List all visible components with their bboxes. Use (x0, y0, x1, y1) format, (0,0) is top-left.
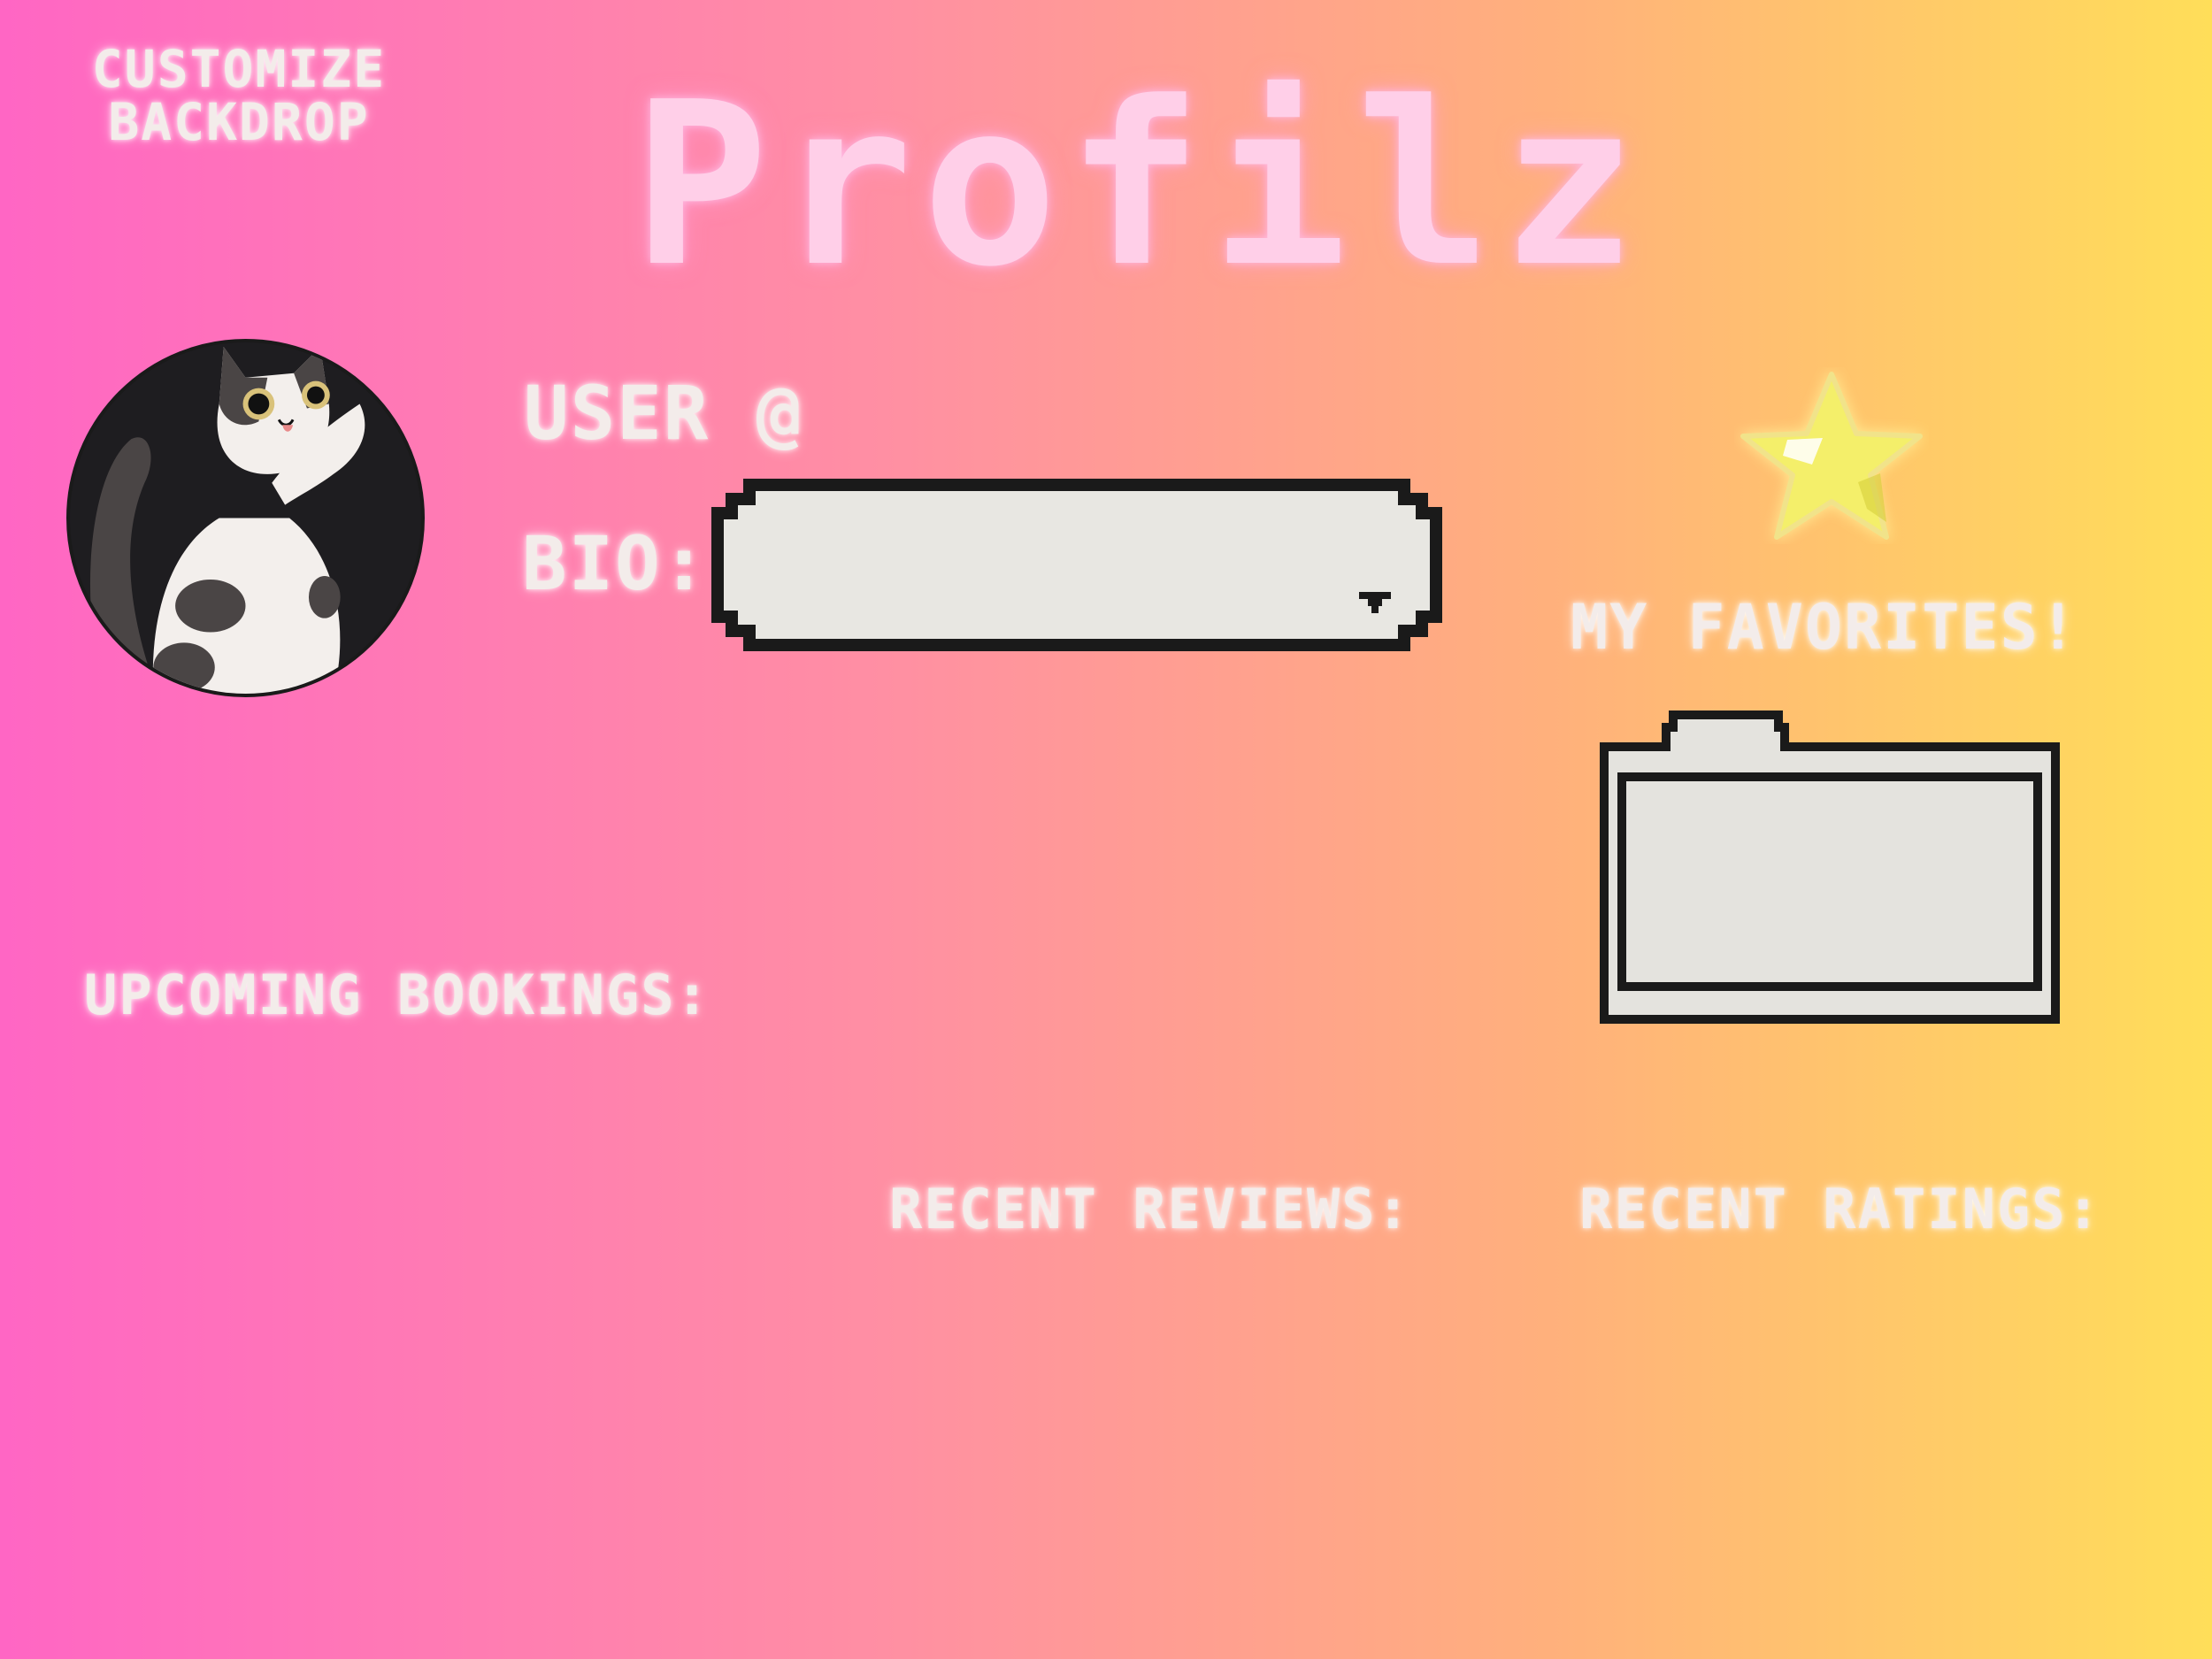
folder-icon[interactable] (1597, 708, 2062, 1026)
star-icon (1734, 367, 1929, 544)
recent-reviews-heading: RECENT REVIEWS: (889, 1177, 1411, 1241)
bio-field[interactable] (705, 478, 1448, 652)
page-title: Profilz (633, 54, 1646, 317)
caret-down-icon[interactable] (1357, 590, 1393, 617)
customize-backdrop-button[interactable]: CUSTOMIZE BACKDROP (58, 42, 420, 149)
avatar[interactable] (66, 339, 425, 697)
user-handle-label: USER @ (524, 370, 803, 457)
bio-label: BIO: (522, 520, 709, 607)
upcoming-bookings-heading: UPCOMING BOOKINGS: (84, 963, 710, 1027)
cat-avatar-image (70, 342, 421, 694)
bio-field-frame (711, 479, 1442, 651)
recent-ratings-heading: RECENT RATINGS: (1579, 1177, 2101, 1241)
my-favorites-label: MY FAVORITES! (1571, 591, 2078, 664)
